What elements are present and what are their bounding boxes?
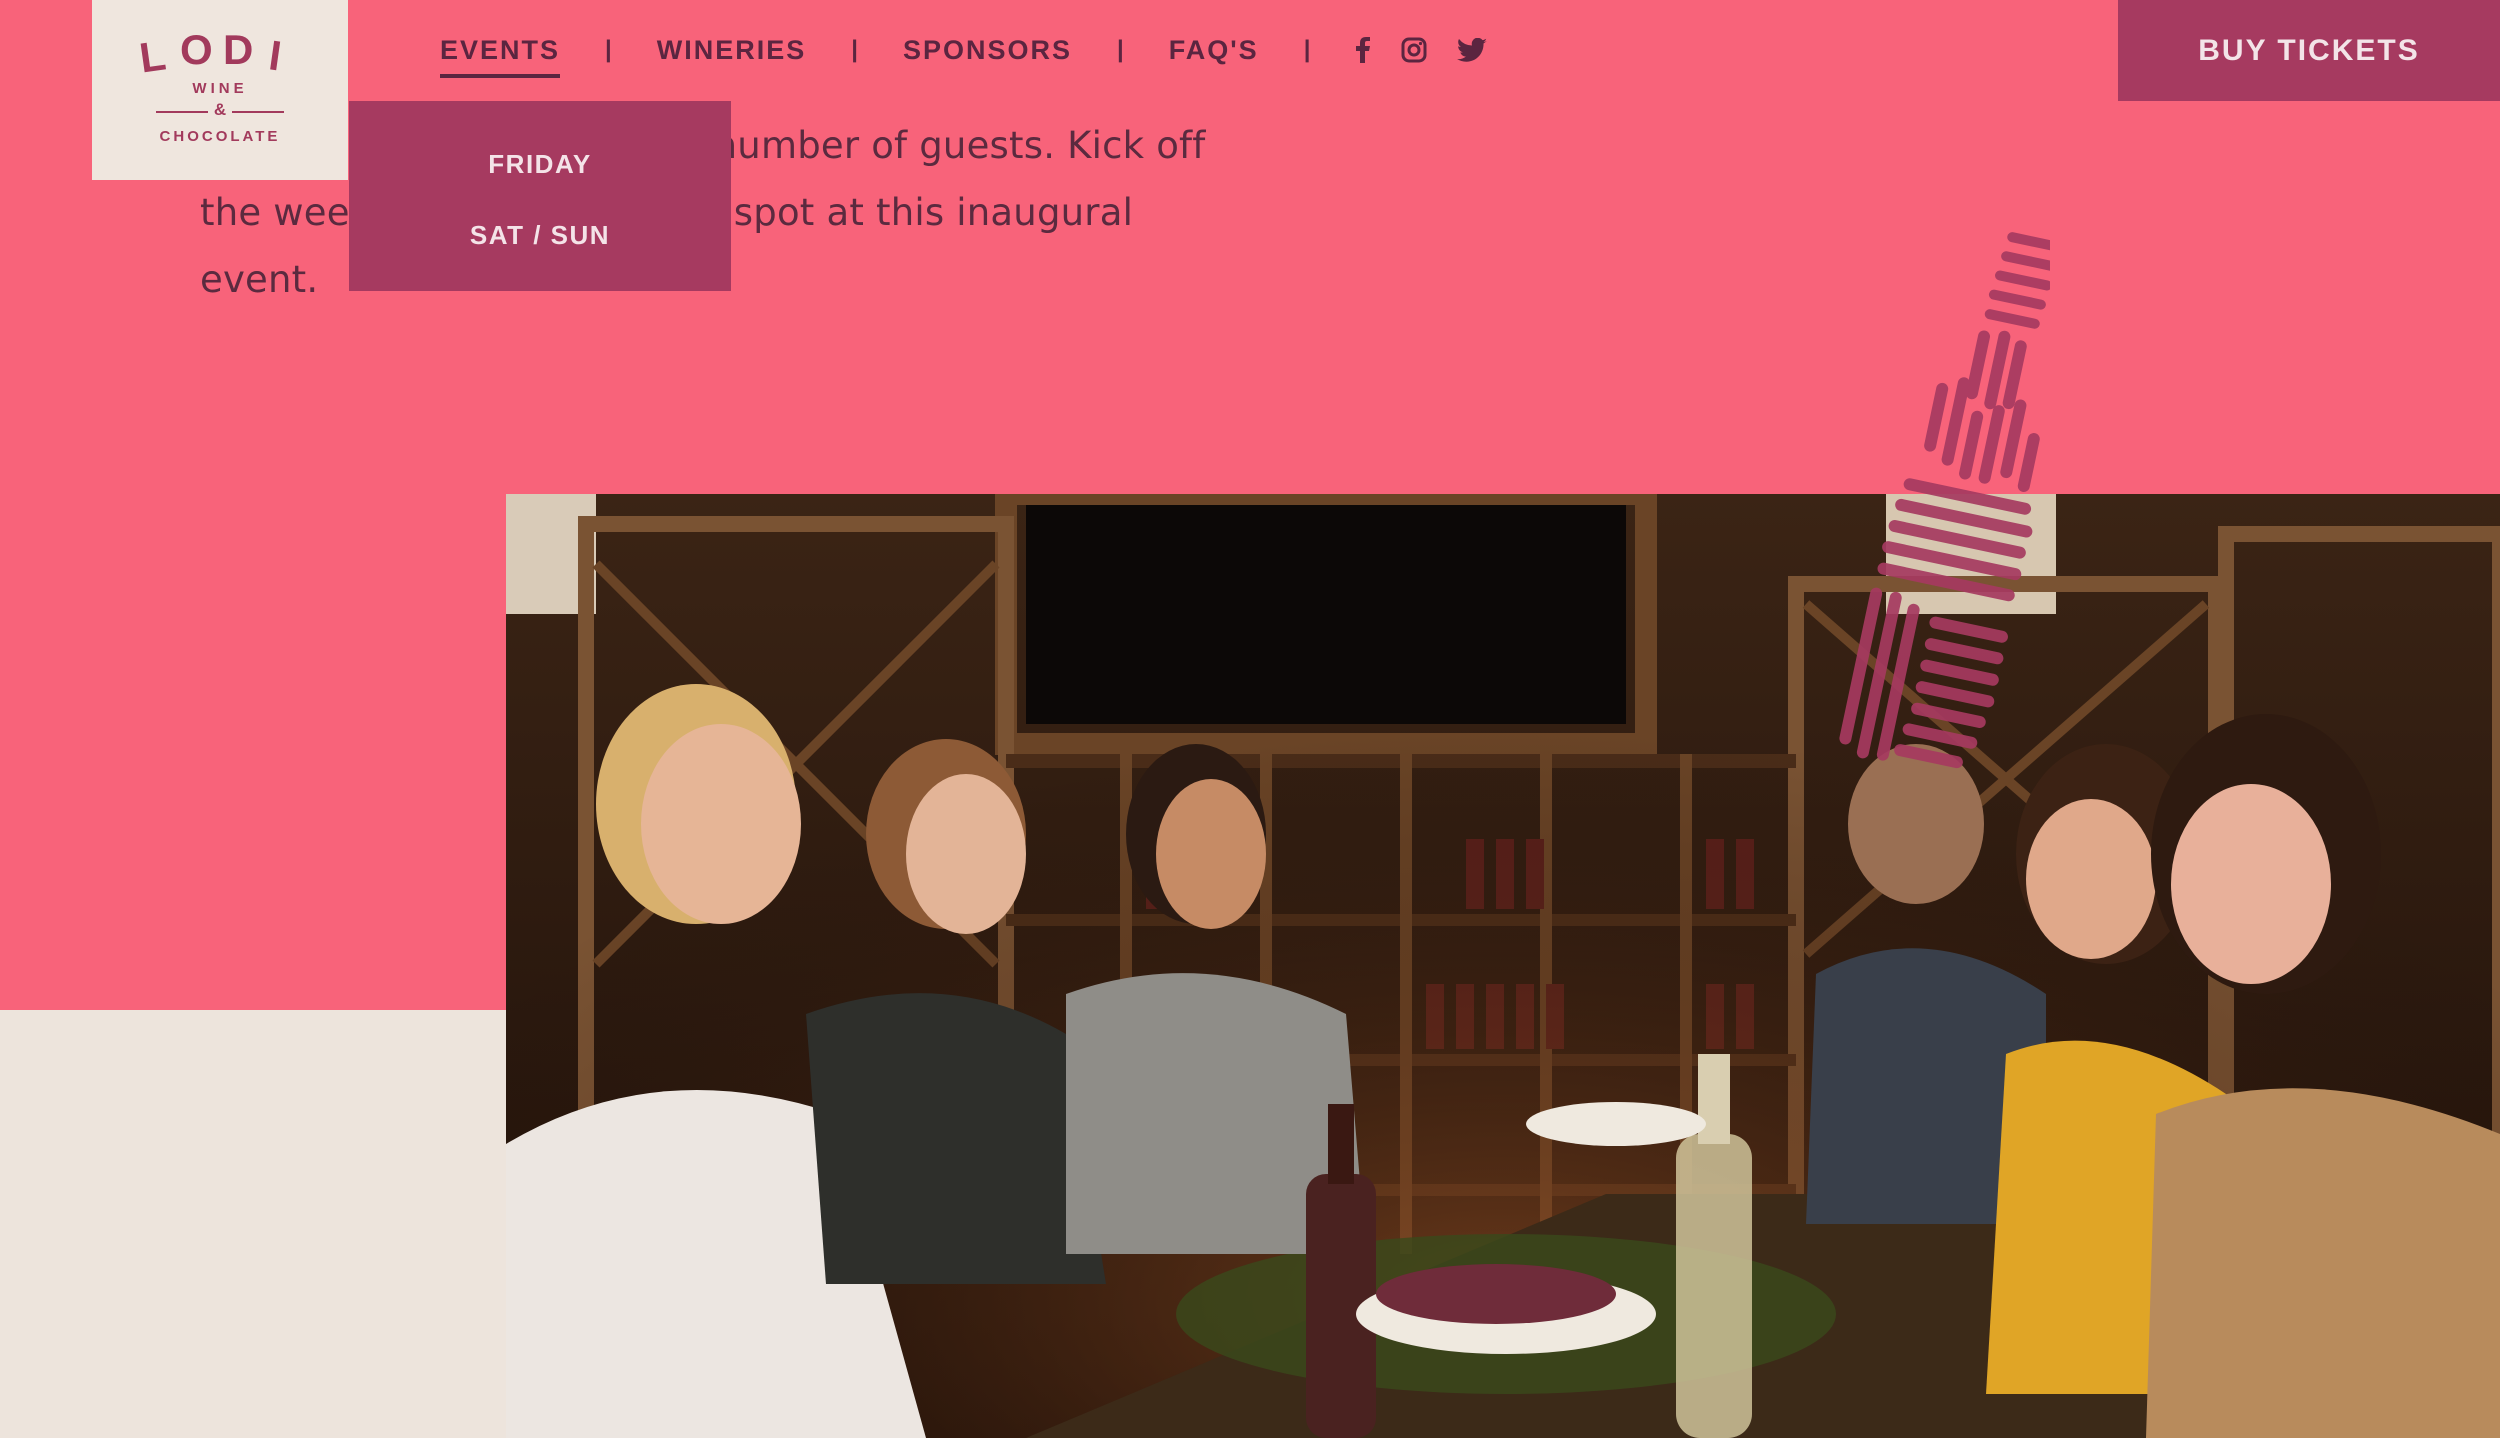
- svg-text:L: L: [137, 31, 169, 78]
- logo-ampersand: &: [213, 100, 227, 119]
- events-dropdown-menu: FRIDAY SAT / SUN: [349, 101, 731, 291]
- nav-separator: |: [605, 36, 612, 63]
- svg-text:O: O: [180, 28, 213, 73]
- instagram-icon[interactable]: [1401, 37, 1427, 63]
- nav-separator: |: [1117, 36, 1124, 63]
- logo-wine: WINE: [192, 80, 248, 97]
- logo-chocolate: CHOCOLATE: [159, 128, 281, 145]
- wine-bottle-illustration: [1830, 215, 2059, 795]
- nav-wineries[interactable]: WINERIES: [657, 35, 807, 66]
- dropdown-item-friday[interactable]: FRIDAY: [488, 149, 591, 220]
- intro-line-2-left: the wee: [200, 191, 350, 234]
- nav-faqs[interactable]: FAQ'S: [1169, 35, 1259, 66]
- dinner-party-photo: [506, 494, 2500, 1438]
- nav-separator: |: [851, 36, 858, 63]
- facebook-icon[interactable]: [1355, 37, 1371, 63]
- twitter-icon[interactable]: [1457, 38, 1488, 62]
- dropdown-item-sat-sun[interactable]: SAT / SUN: [470, 220, 610, 291]
- social-links: [1355, 37, 1488, 63]
- svg-text:D: D: [223, 28, 253, 73]
- intro-line-3: event.: [200, 258, 319, 301]
- logo-rule-right: [232, 111, 284, 113]
- nav-separator: |: [1303, 36, 1311, 63]
- cream-panel: [0, 1010, 506, 1438]
- logo-wordmark: L O D I: [92, 28, 348, 78]
- main-nav: EVENTS | WINERIES | SPONSORS | FAQ'S |: [440, 26, 1488, 78]
- nav-events[interactable]: EVENTS: [440, 35, 561, 78]
- nav-sponsors[interactable]: SPONSORS: [903, 35, 1072, 66]
- buy-tickets-button[interactable]: BUY TICKETS: [2118, 0, 2500, 101]
- site-logo[interactable]: L O D I WINE & CHOCOLATE: [92, 0, 348, 180]
- svg-text:I: I: [266, 31, 284, 78]
